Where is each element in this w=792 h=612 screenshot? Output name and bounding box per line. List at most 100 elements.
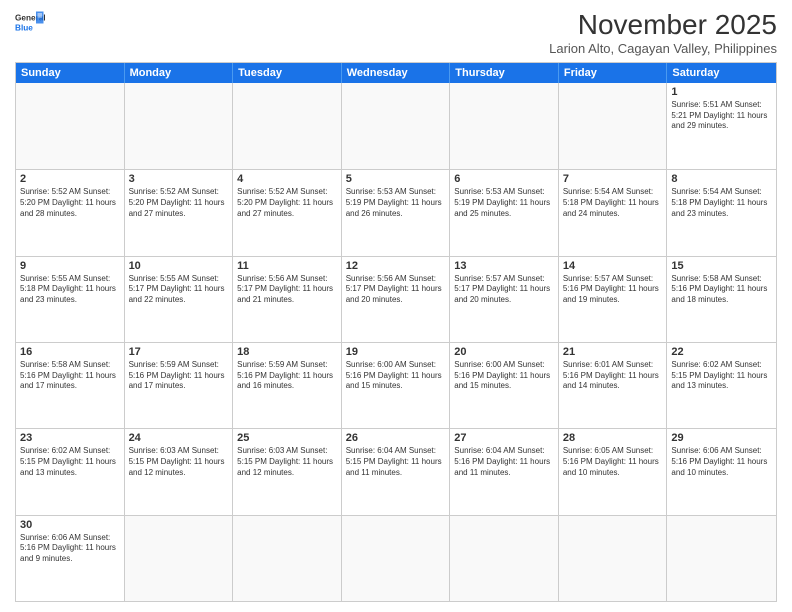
day-number: 3 <box>129 173 229 185</box>
day-number: 8 <box>671 173 772 185</box>
day-cell-8: 8Sunrise: 5:54 AM Sunset: 5:18 PM Daylig… <box>667 170 776 255</box>
day-number: 18 <box>237 346 337 358</box>
day-cell-16: 16 Sunrise: 5:58 AM Sunset: 5:16 PM Dayli… <box>16 343 125 428</box>
header: General Blue November 2025 Larion Alto, … <box>15 10 777 56</box>
day-cell-12: 12 Sunrise: 5:56 AM Sunset: 5:17 PM Dayli… <box>342 257 451 342</box>
day-number: 17 <box>129 346 229 358</box>
day-cell-24: 24Sunrise: 6:03 AM Sunset: 5:15 PM Dayli… <box>125 429 234 514</box>
day-number: 23 <box>20 432 120 444</box>
day-number: 26 <box>346 432 446 444</box>
day-number: 19 <box>346 346 446 358</box>
day-info: Sunrise: 5:55 AM Sunset: 5:18 PM Dayligh… <box>20 274 120 306</box>
day-header-monday: Monday <box>125 63 234 83</box>
day-cell-22: 22Sunrise: 6:02 AM Sunset: 5:15 PM Dayli… <box>667 343 776 428</box>
week-row-5: 23 Sunrise: 6:02 AM Sunset: 5:15 PM Dayli… <box>16 428 776 514</box>
day-info: Sunrise: 6:06 AM Sunset: 5:16 PM Dayligh… <box>20 533 120 565</box>
day-number: 21 <box>563 346 663 358</box>
empty-cell <box>125 83 234 169</box>
day-info: Sunrise: 5:53 AM Sunset: 5:19 PM Dayligh… <box>454 187 554 219</box>
empty-cell <box>342 83 451 169</box>
day-info: Sunrise: 5:58 AM Sunset: 5:16 PM Dayligh… <box>671 274 772 306</box>
day-info: Sunrise: 6:00 AM Sunset: 5:16 PM Dayligh… <box>346 360 446 392</box>
day-info: Sunrise: 6:02 AM Sunset: 5:15 PM Dayligh… <box>20 446 120 478</box>
day-number: 25 <box>237 432 337 444</box>
day-cell-6: 6 Sunrise: 5:53 AM Sunset: 5:19 PM Daylig… <box>450 170 559 255</box>
day-info: Sunrise: 5:56 AM Sunset: 5:17 PM Dayligh… <box>237 274 337 306</box>
week-row-4: 16 Sunrise: 5:58 AM Sunset: 5:16 PM Dayli… <box>16 342 776 428</box>
empty-cell <box>450 516 559 601</box>
day-cell-11: 11 Sunrise: 5:56 AM Sunset: 5:17 PM Dayli… <box>233 257 342 342</box>
day-header-saturday: Saturday <box>667 63 776 83</box>
empty-cell <box>125 516 234 601</box>
day-header-wednesday: Wednesday <box>342 63 451 83</box>
day-number: 5 <box>346 173 446 185</box>
day-cell-25: 25Sunrise: 6:03 AM Sunset: 5:15 PM Dayli… <box>233 429 342 514</box>
day-number: 29 <box>671 432 772 444</box>
day-header-tuesday: Tuesday <box>233 63 342 83</box>
day-header-sunday: Sunday <box>16 63 125 83</box>
empty-cell <box>233 83 342 169</box>
empty-cell <box>450 83 559 169</box>
day-cell-19: 19 Sunrise: 6:00 AM Sunset: 5:16 PM Dayli… <box>342 343 451 428</box>
day-number: 16 <box>20 346 120 358</box>
month-title: November 2025 <box>549 10 777 41</box>
day-number: 11 <box>237 260 337 272</box>
day-cell-4: 4Sunrise: 5:52 AM Sunset: 5:20 PM Daylig… <box>233 170 342 255</box>
day-number: 2 <box>20 173 120 185</box>
day-number: 27 <box>454 432 554 444</box>
calendar-header: SundayMondayTuesdayWednesdayThursdayFrid… <box>16 63 776 83</box>
general-blue-icon: General Blue <box>15 10 45 34</box>
empty-cell <box>559 83 668 169</box>
day-header-friday: Friday <box>559 63 668 83</box>
day-info: Sunrise: 5:54 AM Sunset: 5:18 PM Dayligh… <box>563 187 663 219</box>
day-info: Sunrise: 6:03 AM Sunset: 5:15 PM Dayligh… <box>129 446 229 478</box>
day-info: Sunrise: 5:57 AM Sunset: 5:16 PM Dayligh… <box>563 274 663 306</box>
week-row-3: 9 Sunrise: 5:55 AM Sunset: 5:18 PM Daylig… <box>16 256 776 342</box>
day-number: 13 <box>454 260 554 272</box>
day-number: 22 <box>671 346 772 358</box>
day-cell-9: 9 Sunrise: 5:55 AM Sunset: 5:18 PM Daylig… <box>16 257 125 342</box>
day-number: 14 <box>563 260 663 272</box>
day-cell-2: 2Sunrise: 5:52 AM Sunset: 5:20 PM Daylig… <box>16 170 125 255</box>
day-number: 9 <box>20 260 120 272</box>
day-cell-18: 18Sunrise: 5:59 AM Sunset: 5:16 PM Dayli… <box>233 343 342 428</box>
day-header-thursday: Thursday <box>450 63 559 83</box>
day-cell-15: 15 Sunrise: 5:58 AM Sunset: 5:16 PM Dayli… <box>667 257 776 342</box>
day-info: Sunrise: 5:55 AM Sunset: 5:17 PM Dayligh… <box>129 274 229 306</box>
day-number: 1 <box>671 86 772 98</box>
day-info: Sunrise: 5:56 AM Sunset: 5:17 PM Dayligh… <box>346 274 446 306</box>
day-cell-5: 5Sunrise: 5:53 AM Sunset: 5:19 PM Daylig… <box>342 170 451 255</box>
week-row-2: 2 Sunrise: 5:52 AM Sunset: 5:20 PM Daylig… <box>16 169 776 255</box>
day-info: Sunrise: 5:52 AM Sunset: 5:20 PM Dayligh… <box>129 187 229 219</box>
day-number: 28 <box>563 432 663 444</box>
day-number: 15 <box>671 260 772 272</box>
empty-cell <box>342 516 451 601</box>
empty-cell <box>16 83 125 169</box>
day-cell-20: 20 Sunrise: 6:00 AM Sunset: 5:16 PM Dayli… <box>450 343 559 428</box>
day-info: Sunrise: 5:58 AM Sunset: 5:16 PM Dayligh… <box>20 360 120 392</box>
day-info: Sunrise: 6:00 AM Sunset: 5:16 PM Dayligh… <box>454 360 554 392</box>
day-cell-10: 10Sunrise: 5:55 AM Sunset: 5:17 PM Dayli… <box>125 257 234 342</box>
day-info: Sunrise: 6:04 AM Sunset: 5:15 PM Dayligh… <box>346 446 446 478</box>
subtitle: Larion Alto, Cagayan Valley, Philippines <box>549 41 777 56</box>
day-cell-23: 23 Sunrise: 6:02 AM Sunset: 5:15 PM Dayli… <box>16 429 125 514</box>
day-cell-13: 13 Sunrise: 5:57 AM Sunset: 5:17 PM Dayli… <box>450 257 559 342</box>
logo: General Blue <box>15 10 45 34</box>
day-info: Sunrise: 5:57 AM Sunset: 5:17 PM Dayligh… <box>454 274 554 306</box>
day-number: 4 <box>237 173 337 185</box>
day-cell-29: 29Sunrise: 6:06 AM Sunset: 5:16 PM Dayli… <box>667 429 776 514</box>
day-info: Sunrise: 6:05 AM Sunset: 5:16 PM Dayligh… <box>563 446 663 478</box>
day-cell-14: 14 Sunrise: 5:57 AM Sunset: 5:16 PM Dayli… <box>559 257 668 342</box>
day-cell-26: 26 Sunrise: 6:04 AM Sunset: 5:15 PM Dayli… <box>342 429 451 514</box>
page: General Blue November 2025 Larion Alto, … <box>0 0 792 612</box>
day-number: 6 <box>454 173 554 185</box>
week-row-6: 30Sunrise: 6:06 AM Sunset: 5:16 PM Dayli… <box>16 515 776 601</box>
calendar: SundayMondayTuesdayWednesdayThursdayFrid… <box>15 62 777 602</box>
day-number: 7 <box>563 173 663 185</box>
day-info: Sunrise: 6:04 AM Sunset: 5:16 PM Dayligh… <box>454 446 554 478</box>
day-number: 12 <box>346 260 446 272</box>
day-info: Sunrise: 5:59 AM Sunset: 5:16 PM Dayligh… <box>129 360 229 392</box>
day-number: 20 <box>454 346 554 358</box>
day-cell-3: 3 Sunrise: 5:52 AM Sunset: 5:20 PM Daylig… <box>125 170 234 255</box>
empty-cell <box>559 516 668 601</box>
